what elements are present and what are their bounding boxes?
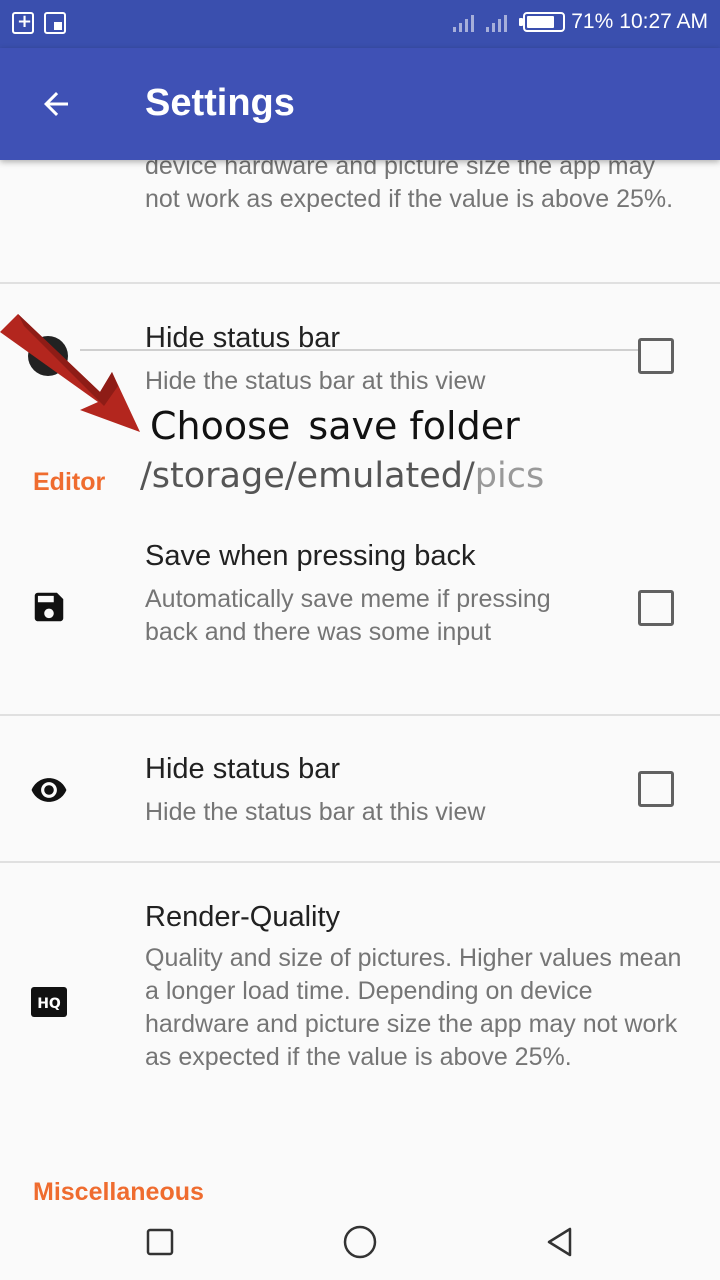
- page-title: Settings: [145, 82, 295, 124]
- circle-icon: [343, 1225, 377, 1259]
- pref-title: Hide status bar: [145, 753, 341, 785]
- save-on-back-checkbox[interactable]: [638, 590, 674, 626]
- app-toolbar: Settings: [0, 48, 720, 160]
- pref-title: Render-Quality: [145, 901, 341, 933]
- divider: [0, 714, 720, 716]
- pref-summary: Hide the status bar at this view: [145, 798, 486, 826]
- arrow-back-icon: [44, 92, 68, 116]
- render-quality-partial-summary: device hardware and picture size the app…: [145, 160, 674, 213]
- hq-icon: HQ: [31, 987, 67, 1017]
- choose-save-folder-label: Choose save folder: [150, 404, 520, 448]
- pref-summary: Automatically save meme if pressing back…: [145, 585, 551, 646]
- settings-list[interactable]: device hardware and picture size the app…: [0, 160, 720, 1200]
- svg-text:HQ: HQ: [37, 996, 61, 1012]
- pref-title: Save when pressing back: [145, 540, 476, 572]
- signal-2-icon: [486, 12, 508, 32]
- eye-icon: [31, 778, 67, 802]
- notification-plus-icon: [12, 11, 34, 34]
- back-nav-button[interactable]: [540, 1222, 580, 1262]
- back-button[interactable]: [24, 78, 88, 130]
- faded-pref-title: Hide status bar: [145, 322, 341, 354]
- triangle-back-icon: [547, 1227, 572, 1257]
- home-button[interactable]: [340, 1222, 380, 1262]
- faded-pref-summary: Hide the status bar at this view: [145, 367, 486, 395]
- battery-icon: [519, 12, 566, 32]
- category-miscellaneous: Miscellaneous: [33, 1178, 204, 1200]
- category-editor: Editor: [33, 468, 106, 496]
- battery-percent: 71%: [571, 10, 614, 33]
- system-navigation-bar: [0, 1200, 720, 1280]
- pref-summary: Quality and size of pictures. Higher val…: [145, 944, 682, 1071]
- notification-screenshot-icon: [44, 12, 66, 34]
- signal-icon: [453, 12, 475, 32]
- save-folder-path: /storage/emulated/pics: [140, 456, 545, 496]
- hide-status-bar-checkbox[interactable]: [638, 771, 674, 807]
- divider: [0, 861, 720, 863]
- save-icon: [34, 592, 64, 622]
- square-icon: [146, 1228, 174, 1256]
- faded-checkbox[interactable]: [638, 338, 674, 374]
- divider: [0, 282, 720, 284]
- red-arrow-annotation-icon: [0, 314, 140, 432]
- recents-button[interactable]: [140, 1222, 180, 1262]
- clock: 10:27 AM: [619, 10, 708, 33]
- system-status-bar: 71% 10:27 AM: [0, 0, 720, 48]
